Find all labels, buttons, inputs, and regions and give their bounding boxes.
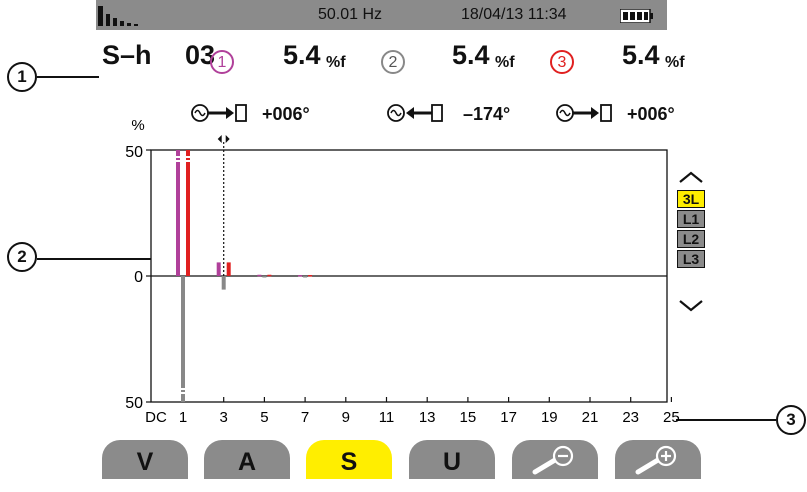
cursor-handle-icon [217,135,230,143]
y-tick-label: 50 [125,395,143,412]
phase-selector-item-3l[interactable]: 3L [677,190,705,208]
tab-s[interactable]: S [306,440,392,479]
tab-v[interactable]: V [102,440,188,479]
y-tick-label: 50 [125,144,143,161]
clip-marker [181,388,185,390]
phase-selector[interactable]: 3L L1 L2 L3 [677,190,705,270]
phase-selector-item-l1[interactable]: L1 [677,210,705,228]
x-tick-label: DC [145,409,167,426]
zoom-in-icon [635,445,677,475]
phase-selector-item-l3[interactable]: L3 [677,250,705,268]
bar-series-3-h7 [308,274,313,277]
bar-series-1-h5 [257,274,262,277]
phase-selector-item-l2[interactable]: L2 [677,230,705,248]
clip-marker [181,392,185,394]
x-tick-label: 7 [301,409,309,426]
x-tick-label: 11 [379,409,395,426]
bar-series-2-h3 [221,276,226,290]
x-tick-label: 9 [342,409,350,426]
bar-series-3-h5 [267,274,272,277]
x-tick-label: 13 [419,409,436,426]
x-tick-label: 21 [582,409,599,426]
clip-marker [176,160,180,162]
bar-series-1-h1 [176,150,180,276]
x-tick-label: 19 [541,409,558,426]
x-tick-label: 1 [179,409,187,426]
clip-marker [186,160,190,162]
bar-series-2-h5 [262,276,267,278]
tab-a[interactable]: A [204,440,290,479]
bar-series-1-h3 [216,262,221,276]
x-tick-label: 3 [220,409,228,426]
zoom-in-button[interactable] [615,440,701,479]
zoom-out-button[interactable] [512,440,598,479]
scroll-down-icon[interactable] [677,299,705,313]
bar-series-2-h7 [303,276,308,278]
x-tick-label: 15 [460,409,477,426]
scroll-up-icon[interactable] [677,170,705,184]
bar-series-3-h1 [186,150,190,276]
clip-marker [176,156,180,158]
y-tick-label: 0 [134,269,143,286]
clip-marker [186,156,190,158]
zoom-out-icon [532,445,574,475]
x-tick-label: 5 [260,409,268,426]
bar-series-3-h3 [226,262,231,276]
x-tick-label: 25 [663,409,680,426]
y-axis-label: % [131,117,144,134]
bar-series-1-h7 [298,274,303,277]
x-tick-label: 17 [500,409,517,426]
x-tick-label: 23 [622,409,639,426]
tab-u[interactable]: U [409,440,495,479]
bar-series-2-h1 [181,276,185,402]
